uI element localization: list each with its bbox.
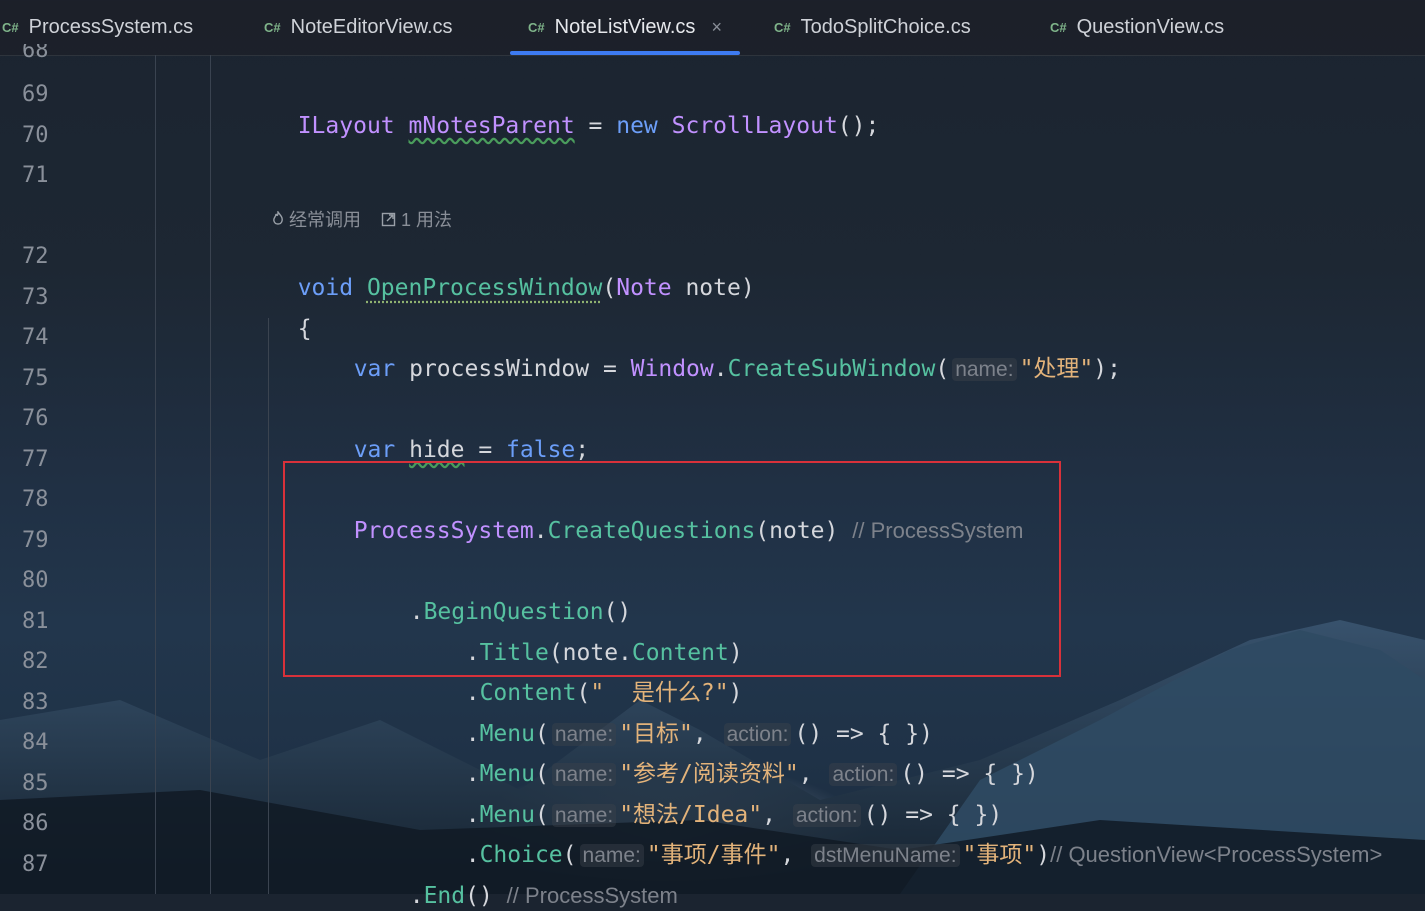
line-number: 86 xyxy=(22,811,49,836)
line-number: 73 xyxy=(22,285,49,310)
inlay-type-hint: // QuestionView<ProcessSystem> xyxy=(1050,842,1383,867)
tab-noteeditorview[interactable]: C# NoteEditorView.cs xyxy=(264,0,453,55)
tab-label: QuestionView.cs xyxy=(1076,16,1225,38)
line-number: 76 xyxy=(22,406,49,431)
punct-token: ) xyxy=(1036,842,1051,868)
line-number: 68 xyxy=(22,44,49,58)
punct-token: ( xyxy=(602,275,617,301)
tab-questionview[interactable]: C# QuestionView.cs xyxy=(1050,0,1224,55)
line-number: 85 xyxy=(22,771,49,796)
code-lens-usages[interactable]: 1 用法 xyxy=(381,206,452,232)
keyword-token: false xyxy=(506,437,576,463)
inlay-type-hint: // ProcessSystem xyxy=(852,518,1024,543)
line-number: 81 xyxy=(22,609,49,634)
line-number: 80 xyxy=(22,568,49,593)
indent-guide xyxy=(268,318,269,894)
parameter-hint: dstMenuName: xyxy=(811,844,960,867)
punct-token: . xyxy=(713,356,728,382)
tab-label: NoteEditorView.cs xyxy=(290,16,453,38)
line-number: 70 xyxy=(22,123,49,148)
code-line-78[interactable]: ProcessSystem.CreateQuestions(note) // P… xyxy=(326,486,1024,546)
code-line-72[interactable]: void OpenProcessWindow(Note note) xyxy=(270,243,755,303)
csharp-file-icon: C# xyxy=(1050,20,1067,35)
punct-token: ; xyxy=(575,437,590,463)
method-token: CreateQuestions xyxy=(547,518,756,544)
line-number: 69 xyxy=(22,82,49,107)
line-number: 79 xyxy=(22,528,49,553)
keyword-token: var xyxy=(353,437,396,463)
line-number: 71 xyxy=(22,163,49,188)
method-token: End xyxy=(423,883,466,909)
code-line-69[interactable]: ILayout mNotesParent = new ScrollLayout(… xyxy=(270,81,880,141)
string-token: "事项" xyxy=(962,842,1037,868)
punct-token: ); xyxy=(1093,356,1121,382)
param-token: note) xyxy=(671,275,755,301)
operator-token: = xyxy=(464,437,507,463)
line-number: 75 xyxy=(22,366,49,391)
punct-token: () xyxy=(465,883,493,909)
line-number: 72 xyxy=(22,244,49,269)
brace-token: { xyxy=(297,316,312,342)
method-token: CreateSubWindow xyxy=(727,356,936,382)
code-lens-frequent-label: 经常调用 xyxy=(289,210,361,230)
line-number: 83 xyxy=(22,690,49,715)
line-number: 82 xyxy=(22,649,49,674)
code-line-87[interactable]: .End() // ProcessSystem xyxy=(382,851,678,911)
keyword-token: var xyxy=(353,356,396,382)
keyword-token: new xyxy=(616,113,658,139)
tab-label: TodoSplitChoice.cs xyxy=(800,16,971,38)
line-number: 84 xyxy=(22,730,49,755)
gutter-separator xyxy=(155,55,156,894)
type-token: ILayout xyxy=(297,113,395,139)
punct-token: (); xyxy=(837,113,880,139)
punct-token: . xyxy=(409,883,424,909)
csharp-file-icon: C# xyxy=(774,20,791,35)
type-token: Window xyxy=(630,356,714,382)
type-token: ProcessSystem xyxy=(353,518,534,544)
tab-notelistview[interactable]: C# NoteListView.cs × xyxy=(510,0,740,55)
external-link-icon xyxy=(381,212,396,227)
punct-token: . xyxy=(533,518,548,544)
type-token: Note xyxy=(616,275,672,301)
type-token: ScrollLayout xyxy=(671,113,838,139)
variable-token: processWindow = xyxy=(395,356,631,382)
code-line-74[interactable]: var processWindow = Window.CreateSubWind… xyxy=(326,324,1121,385)
parameter-hint: name: xyxy=(952,358,1017,381)
method-token: OpenProcessWindow xyxy=(366,275,603,301)
field-token: mNotesParent xyxy=(408,113,575,139)
editor-tab-bar: C# ProcessSystem.cs C# NoteEditorView.cs… xyxy=(0,0,1425,56)
fold-gutter-separator xyxy=(210,55,211,894)
args-token: (note) xyxy=(755,518,839,544)
code-lens-frequent[interactable]: 经常调用 xyxy=(271,206,361,232)
code-lens: 经常调用 1 用法 xyxy=(271,206,472,232)
variable-token: hide xyxy=(409,437,465,463)
code-line-76[interactable]: var hide = false; xyxy=(326,405,589,465)
close-icon[interactable]: × xyxy=(711,17,722,38)
flame-icon xyxy=(273,211,283,225)
inlay-type-hint: // ProcessSystem xyxy=(506,883,678,908)
csharp-file-icon: C# xyxy=(264,20,281,35)
code-line-73[interactable]: { xyxy=(270,284,312,344)
operator-token: = xyxy=(574,113,617,139)
code-lens-usages-label: 1 用法 xyxy=(401,210,453,230)
line-number: 87 xyxy=(22,852,49,877)
string-token: "处理" xyxy=(1019,356,1094,382)
line-number: 78 xyxy=(22,487,49,512)
tab-label: ProcessSystem.cs xyxy=(28,16,194,38)
tab-todosplitchoice[interactable]: C# TodoSplitChoice.cs xyxy=(774,0,971,55)
punct-token: . xyxy=(409,599,424,625)
csharp-file-icon: C# xyxy=(528,20,545,35)
line-number: 77 xyxy=(22,447,49,472)
punct-token: ( xyxy=(935,356,950,382)
line-number: 74 xyxy=(22,325,49,350)
tab-label: NoteListView.cs xyxy=(554,16,696,38)
csharp-file-icon: C# xyxy=(2,20,19,35)
punct-token: , xyxy=(780,842,809,868)
